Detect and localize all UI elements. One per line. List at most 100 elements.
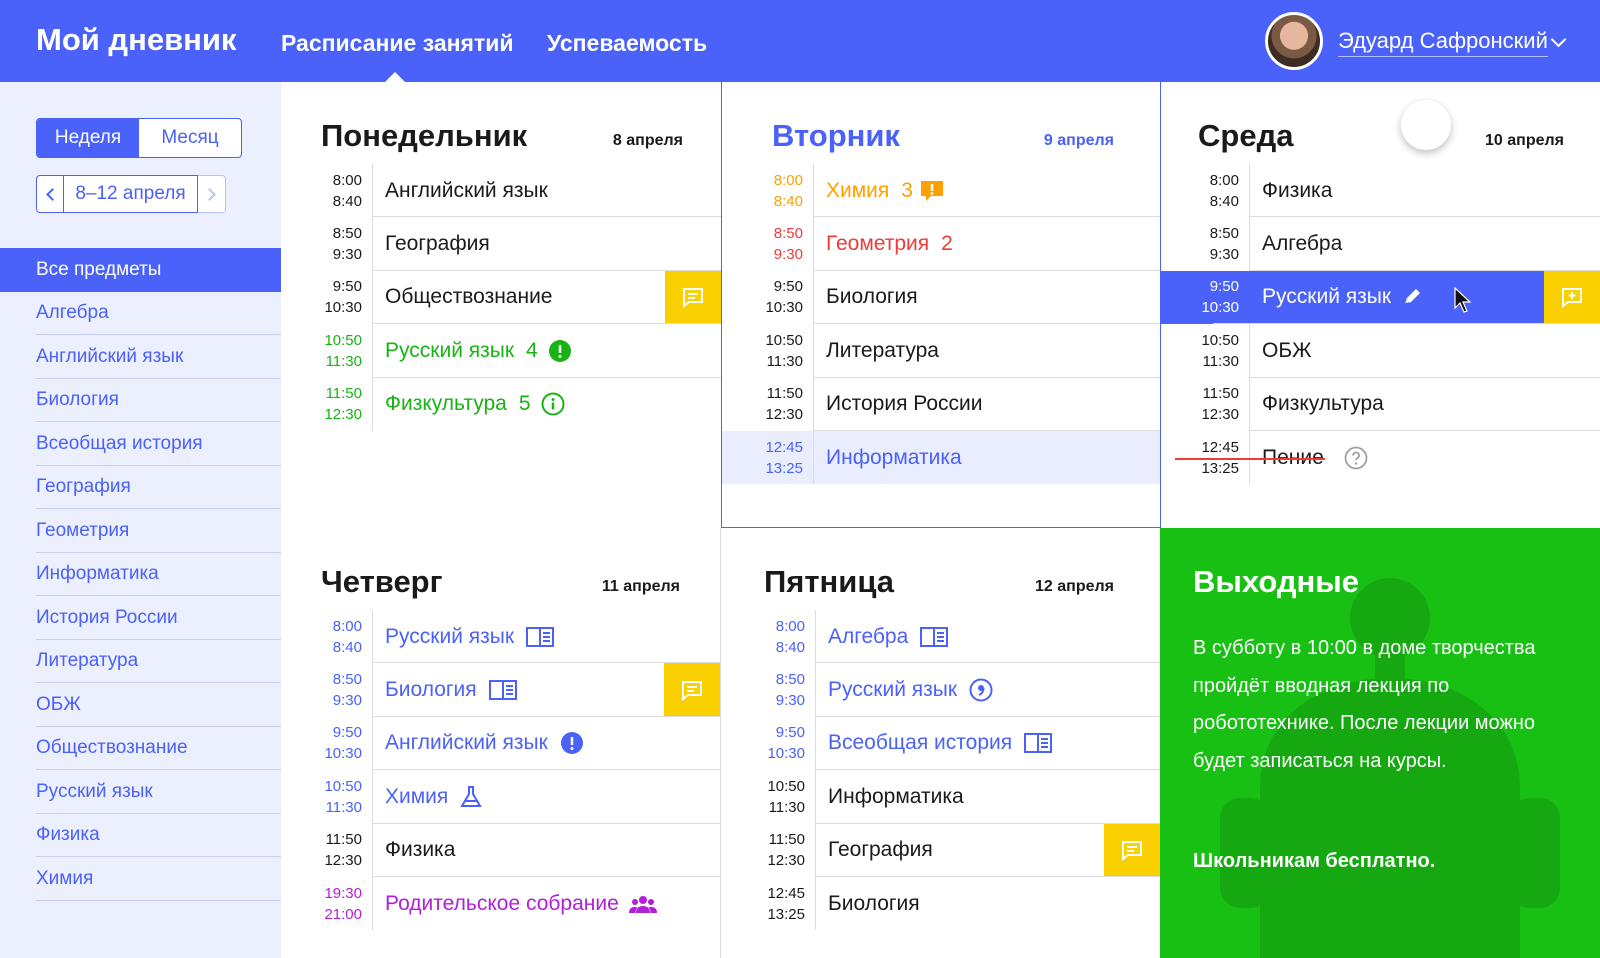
day-wednesday: Среда 10 апреля 8:00 8:40 Физика 8:50 9:30… <box>1161 82 1600 528</box>
add-note-button[interactable] <box>1544 270 1600 325</box>
alert-comment-icon[interactable] <box>919 178 945 204</box>
lesson-row[interactable]: 10:50 11:30 Химия <box>321 770 720 824</box>
lesson-row[interactable]: 9:50 10:30 Обществознание <box>321 270 721 325</box>
subject-filter[interactable]: Литература <box>0 640 281 684</box>
edit-icon[interactable] <box>1401 286 1423 308</box>
view-week-button[interactable]: Неделя <box>37 119 139 157</box>
day-date: 10 апреля <box>1485 132 1564 149</box>
teacher-note-button[interactable] <box>1104 823 1160 877</box>
book-icon[interactable] <box>1024 732 1053 754</box>
subject-filter[interactable]: Геометрия <box>0 509 281 553</box>
lesson-time: 11:50 12:30 <box>762 377 814 431</box>
chevron-right-icon <box>203 187 216 201</box>
lesson-row[interactable]: 9:50 10:30 Биология <box>762 270 1160 325</box>
lesson-subject: Алгебра <box>1262 232 1343 256</box>
book-icon[interactable] <box>920 626 949 648</box>
teacher-note-button[interactable] <box>665 270 721 325</box>
lesson-row-event[interactable]: 19:30 21:00 Родительское собрание <box>321 876 720 931</box>
subject-filter[interactable]: Биология <box>0 379 281 423</box>
lesson-subject: География <box>816 823 1160 877</box>
book-icon[interactable] <box>488 679 517 701</box>
lesson-row[interactable]: 8:00 8:40 Алгебра <box>764 610 1160 664</box>
lesson-row[interactable]: 8:00 8:40 Английский язык <box>321 164 721 218</box>
lesson-time: 10:50 11:30 <box>762 324 814 378</box>
lesson-time: 8:50 9:30 <box>321 217 373 271</box>
lesson-row[interactable]: 8:00 8:40 Физика <box>1198 164 1600 218</box>
subject-filter[interactable]: Химия <box>0 857 281 901</box>
prev-week-button[interactable] <box>36 175 64 213</box>
lesson-time: 11:50 12:30 <box>1198 377 1250 431</box>
weekend-announcement: В субботу в 10:00 в доме творчества прой… <box>1193 637 1536 772</box>
lesson-row[interactable]: 8:50 9:30 Русский язык <box>764 663 1160 718</box>
week-range: 8–12 апреля <box>64 175 198 213</box>
people-icon[interactable] <box>628 894 657 914</box>
lesson-subject: Информатика <box>828 784 964 808</box>
lesson-time: 9:50 10:30 <box>321 716 373 771</box>
lesson-row[interactable]: 8:50 9:30 Геометрия 2 <box>762 217 1160 272</box>
lesson-row[interactable]: 8:50 9:30 География <box>321 217 721 272</box>
lesson-row[interactable]: 11:50 12:30 Физкультура <box>1198 377 1600 432</box>
teacher-note-button[interactable] <box>664 663 720 717</box>
top-bar: Мой дневник Расписание занятий Успеваемо… <box>0 0 1600 82</box>
lesson-row-selected[interactable]: 9:50 10:30 Русский язык <box>1161 270 1600 325</box>
alert-icon[interactable] <box>560 731 584 755</box>
lesson-time: 8:00 8:40 <box>1198 164 1250 218</box>
info-icon[interactable] <box>541 392 565 416</box>
next-week-button[interactable] <box>198 175 226 213</box>
nav-schedule[interactable]: Расписание занятий <box>281 30 514 57</box>
alert-icon[interactable] <box>548 339 572 363</box>
subject-filter[interactable]: Всеобщая история <box>0 422 281 466</box>
subject-filter-all[interactable]: Все предметы <box>0 248 281 292</box>
lesson-row[interactable]: 12:45 13:25 Биология <box>764 876 1160 931</box>
subject-filter[interactable]: География <box>0 466 281 510</box>
subject-filter[interactable]: Информатика <box>0 553 281 597</box>
day-tuesday: Вторник 9 апреля 8:00 8:40 Химия 3 8:50 9:3… <box>721 82 1161 528</box>
nav-grades[interactable]: Успеваемость <box>547 30 707 57</box>
subject-filter[interactable]: ОБЖ <box>0 683 281 727</box>
lesson-time: 8:00 8:40 <box>764 610 816 664</box>
view-month-button[interactable]: Месяц <box>139 119 241 157</box>
cancel-strike <box>1175 457 1325 460</box>
lesson-subject: Русский язык <box>373 610 720 663</box>
lesson-row-cancelled[interactable]: 12:45 13:25 Пение <box>1175 430 1600 485</box>
help-icon[interactable] <box>1344 446 1368 470</box>
subject-filter[interactable]: Обществознание <box>0 727 281 771</box>
comment-icon <box>683 288 703 309</box>
lesson-subject: ОБЖ <box>1262 338 1312 362</box>
lesson-row[interactable]: 8:50 9:30 Алгебра <box>1198 217 1600 272</box>
lesson-row[interactable]: 11:50 12:30 История России <box>762 377 1160 432</box>
lesson-row-current[interactable]: 12:45 13:25 Информатика <box>722 430 1160 485</box>
chevron-down-icon[interactable] <box>1550 31 1567 48</box>
lesson-subject: Физика <box>1262 178 1333 202</box>
lesson-row[interactable]: 10:50 11:30 Информатика <box>764 770 1160 824</box>
lesson-row[interactable]: 8:00 8:40 Химия 3 <box>762 164 1160 218</box>
lesson-subject: Физкультура <box>1262 392 1384 416</box>
lesson-row[interactable]: 9:50 10:30 Всеобщая история <box>764 716 1160 771</box>
day-date: 11 апреля <box>601 578 680 595</box>
lesson-row[interactable]: 10:50 11:30 Литература <box>762 324 1160 378</box>
app-logo[interactable]: Мой дневник <box>36 22 236 58</box>
lesson-row[interactable]: 11:50 12:30 Физика <box>321 823 720 878</box>
subject-filter[interactable]: Алгебра <box>0 292 281 336</box>
subject-filter[interactable]: Русский язык <box>0 770 281 814</box>
subject-filter[interactable]: История России <box>0 596 281 640</box>
subject-filter[interactable]: Физика <box>0 814 281 858</box>
lesson-subject: История России <box>826 392 983 416</box>
lesson-row[interactable]: 8:50 9:30 Биология <box>321 663 720 718</box>
quote-icon[interactable] <box>969 678 993 702</box>
flask-icon[interactable] <box>460 785 483 809</box>
user-menu[interactable]: Эдуард Сафронский <box>1338 28 1548 57</box>
lesson-row[interactable]: 10:50 11:30 Русский язык 4 <box>321 324 721 378</box>
subject-filter[interactable]: Английский язык <box>0 335 281 379</box>
lesson-row[interactable]: 8:00 8:40 Русский язык <box>321 610 720 664</box>
book-icon[interactable] <box>526 626 555 648</box>
lesson-row[interactable]: 11:50 12:30 География <box>764 823 1160 878</box>
touch-indicator <box>1401 100 1451 150</box>
lesson-row[interactable]: 11:50 12:30 Физкультура 5 <box>321 377 721 431</box>
lesson-time: 8:50 9:30 <box>321 663 373 717</box>
lesson-row[interactable]: 9:50 10:30 Английский язык <box>321 716 720 771</box>
avatar[interactable] <box>1265 12 1323 70</box>
day-title: Среда <box>1198 118 1294 153</box>
lesson-row[interactable]: 10:50 11:30 ОБЖ <box>1198 324 1600 378</box>
lesson-subject: Всеобщая история <box>816 717 1160 770</box>
